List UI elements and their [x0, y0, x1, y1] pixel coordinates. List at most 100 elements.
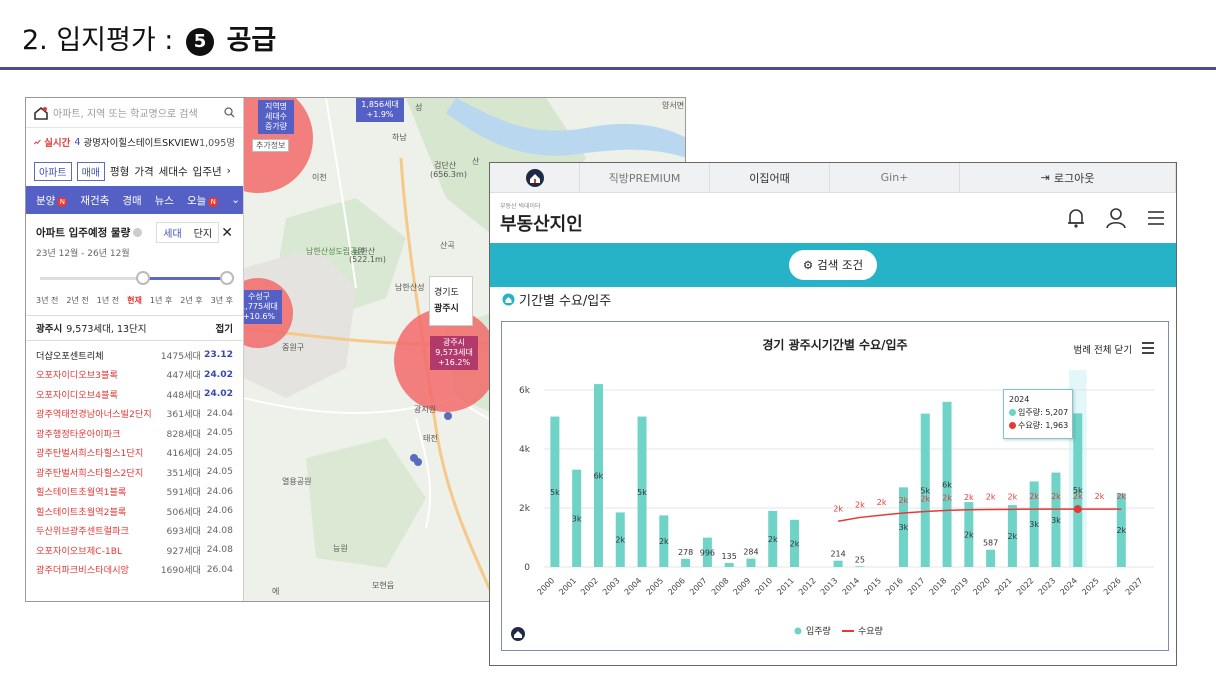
bar-label: 5k — [550, 488, 560, 497]
apartment-row[interactable]: 힐스테이트초월역1블록 591세대 24.06 — [36, 482, 233, 502]
tab-gin[interactable]: Gin+ — [830, 163, 960, 192]
x-tick-label: 2018 — [928, 576, 949, 597]
toggle-households[interactable]: 세대 — [157, 223, 187, 242]
filter-price[interactable]: 가격 — [134, 164, 153, 179]
menu-icon[interactable] — [1146, 209, 1166, 227]
place-label: 하남 — [392, 133, 407, 142]
filter-area[interactable]: 평형 — [110, 164, 129, 179]
search-band: ⚙ 검색 조건 — [490, 243, 1176, 287]
unit-toggle[interactable]: 세대 단지 — [156, 222, 220, 243]
slider-handle-start[interactable] — [136, 271, 150, 285]
filter-year[interactable]: 입주년 — [193, 164, 222, 179]
x-tick-label: 2021 — [993, 576, 1014, 597]
bell-icon[interactable] — [1066, 207, 1086, 229]
search-bar[interactable]: 아파트, 지역 또는 학교명으로 검색 — [26, 98, 243, 128]
bar-label: 6k — [942, 480, 952, 489]
more-info-button[interactable]: 추가정보 — [252, 139, 290, 152]
nav-item-presale[interactable]: 분양 N — [36, 193, 68, 208]
apartment-row[interactable]: 두산위브광주센트럴파크 693세대 24.08 — [36, 521, 233, 541]
bar-label: 2k — [790, 539, 800, 548]
chevron-down-icon[interactable]: ⌄ — [231, 194, 240, 206]
place-label: 에 — [272, 587, 280, 596]
realtime-count: 1,095명 — [199, 138, 235, 149]
period-slider[interactable]: 3년 전 2년 전 1년 전 현재 1년 후 2년 후 3년 후 — [36, 267, 234, 307]
tooltip-demand-text: 수요량: 1,963 — [1018, 421, 1069, 430]
demand-label: 2k — [1051, 492, 1061, 501]
apartment-move-in: 24.04 — [206, 407, 233, 419]
region-tag-gwangju-name: 광주시 — [442, 338, 466, 347]
bar-label: 2k — [659, 537, 669, 546]
realtime-ranking[interactable]: 실시간 4 광명자이힐스테이트SKVIEW 1,095명 — [26, 128, 243, 156]
apartment-name: 오포자이디오브4블록 — [36, 389, 118, 401]
brand-logo[interactable]: 부동산 빅데이터 부동산지인 — [500, 201, 583, 236]
apartment-name: 오포자이디오브3블록 — [36, 370, 118, 382]
fold-button[interactable]: 접기 — [216, 321, 233, 335]
apartment-row[interactable]: 오포자이디오브4블록 448세대 24.02 — [36, 384, 233, 404]
tab-premium[interactable]: 직방PREMIUM — [580, 163, 710, 192]
apartment-households: 1690세대 — [160, 565, 201, 577]
nav-item-label: 오늘 — [186, 194, 207, 207]
apartment-row[interactable]: 힐스테이트초월역2블록 506세대 24.06 — [36, 501, 233, 521]
nav-item-auction[interactable]: 경매 — [122, 193, 141, 208]
apartment-row[interactable]: 광주더파크비스타데시앙 1690세대 26.04 — [36, 560, 233, 580]
logout-tab[interactable]: ⇥ 로그아웃 — [960, 163, 1176, 192]
section-title-text: 기간별 수요/입주 — [519, 294, 612, 309]
x-tick-label: 2020 — [971, 576, 992, 597]
x-tick-label: 2012 — [797, 576, 818, 597]
toggle-complexes[interactable]: 단지 — [188, 223, 218, 242]
apartment-move-in: 24.06 — [206, 505, 233, 517]
x-tick-label: 2004 — [623, 576, 644, 597]
x-tick-label: 2011 — [775, 576, 796, 597]
nav-item-rebuild[interactable]: 재건축 — [80, 193, 109, 208]
realtime-rank: 4 — [74, 136, 81, 148]
apartment-move-in: 24.06 — [206, 485, 233, 497]
slide: 2. 입지평가 : 5 공급 지역명 세대수 증가량 추가정보 1,856세대 … — [0, 0, 1216, 684]
region-tag-top[interactable]: 1,856세대 +1.9% — [356, 98, 404, 122]
demand-label: 2k — [986, 492, 996, 501]
apartment-row[interactable]: 광주역태전경남아너스빌2단지 361세대 24.04 — [36, 404, 233, 424]
logout-icon: ⇥ — [1040, 171, 1050, 184]
close-icon[interactable]: ✕ — [221, 225, 233, 241]
search-condition-button[interactable]: ⚙ 검색 조건 — [789, 250, 877, 280]
apartment-row[interactable]: 더샵오포센트리체 1475세대 23.12 — [36, 345, 233, 365]
slider-label: 1년 후 — [149, 296, 173, 305]
chip-apartment[interactable]: 아파트 — [34, 161, 72, 181]
x-tick-label: 2013 — [819, 576, 840, 597]
chip-trade[interactable]: 매매 — [76, 161, 106, 181]
apartment-move-in: 24.08 — [206, 524, 233, 536]
slider-handle-end[interactable] — [220, 271, 234, 285]
y-tick-label: 4k — [519, 445, 531, 455]
apartment-list: 더샵오포센트리체 1475세대 23.12 오포자이디오브3블록 447세대 24.02 오… — [26, 341, 243, 579]
y-tick-label: 0 — [524, 563, 530, 573]
apartment-row[interactable]: 오포자이오브제C-1BL 927세대 24.08 — [36, 540, 233, 560]
chevron-right-icon[interactable]: › — [227, 165, 231, 177]
apartment-name: 두산위브광주센트럴파크 — [36, 526, 129, 538]
search-input[interactable]: 아파트, 지역 또는 학교명으로 검색 — [53, 105, 224, 120]
nav-item-news[interactable]: 뉴스 — [155, 193, 174, 208]
search-condition-label: 검색 조건 — [817, 258, 864, 272]
legend-demand-label: 수요량 — [858, 625, 883, 637]
info-icon[interactable] — [133, 228, 143, 237]
apartment-row[interactable]: 광주탄벌서희스타힐스1단지 416세대 24.05 — [36, 443, 233, 463]
apartment-row[interactable]: 광주행정타운아이파크 828세대 24.05 — [36, 423, 233, 443]
home-logo-icon — [34, 106, 48, 120]
nav-item-today[interactable]: 오늘 N — [186, 193, 219, 208]
search-icon[interactable] — [224, 107, 235, 118]
demand-label: 2k — [1029, 492, 1039, 501]
tab-ijip[interactable]: 이집어때 — [710, 163, 830, 192]
apartment-row[interactable]: 오포자이디오브3블록 447세대 24.02 — [36, 365, 233, 385]
filter-households[interactable]: 세대수 — [159, 164, 188, 179]
user-icon[interactable] — [1106, 207, 1126, 229]
bar-label: 2k — [1116, 526, 1126, 535]
bar-label: 2k — [768, 535, 778, 544]
bar-label: 3k — [899, 523, 909, 532]
region-tag-gwangju[interactable]: 광주시 9,573세대 +16.2% — [430, 336, 478, 370]
apartment-row[interactable]: 광주탄벌서희스타힐스2단지 351세대 24.05 — [36, 462, 233, 482]
apartment-households: 361세대 — [166, 409, 201, 421]
popup-city: 광주시 — [434, 304, 459, 314]
bar-label: 2k — [1008, 532, 1018, 541]
demand-label: 2k — [920, 495, 930, 504]
tab-home[interactable] — [490, 163, 580, 192]
bar-label: 3k — [1029, 520, 1039, 529]
bar-label: 3k — [1051, 516, 1061, 525]
